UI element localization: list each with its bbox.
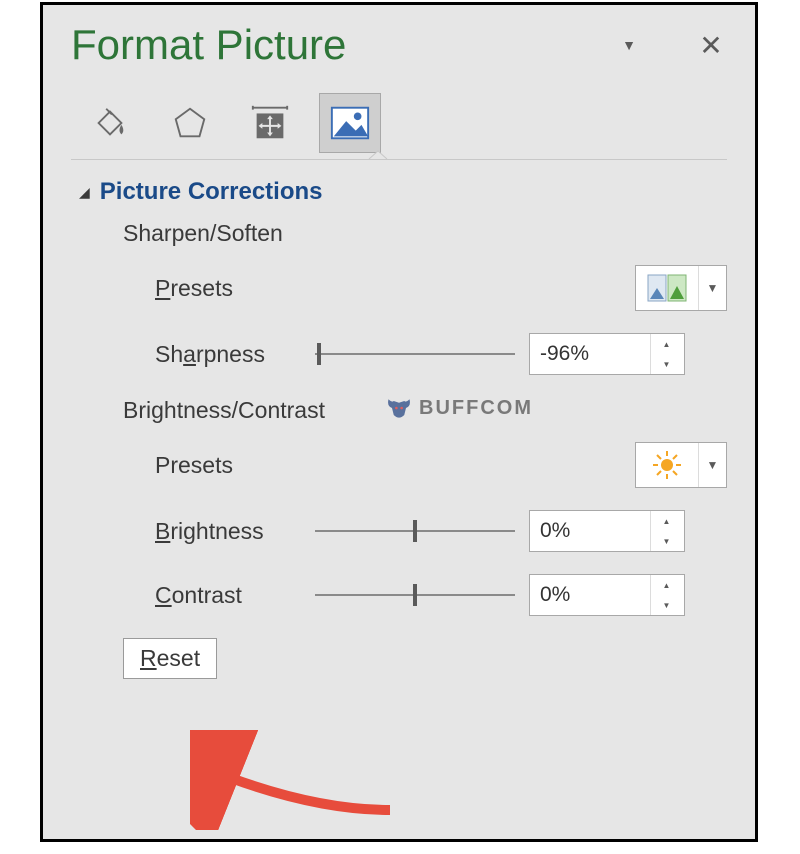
brightness-slider[interactable] bbox=[315, 521, 515, 541]
brightness-label: Brightness bbox=[155, 518, 315, 545]
sharpness-label: Sharpness bbox=[155, 341, 315, 368]
pane-header: Format Picture ▼ ✕ bbox=[71, 21, 727, 69]
brightness-input[interactable] bbox=[530, 511, 650, 551]
sharpen-preset-thumb-icon bbox=[636, 274, 698, 302]
chevron-down-icon: ▼ bbox=[698, 443, 726, 487]
tab-effects[interactable] bbox=[159, 93, 221, 153]
paint-bucket-icon bbox=[91, 104, 129, 142]
selected-tab-notch bbox=[369, 150, 387, 160]
sharpness-decrement[interactable]: ▼ bbox=[651, 354, 682, 374]
contrast-decrement[interactable]: ▼ bbox=[651, 595, 682, 615]
contrast-input[interactable] bbox=[530, 575, 650, 615]
bc-presets-dropdown[interactable]: ▼ bbox=[635, 442, 727, 488]
chevron-down-icon: ▼ bbox=[698, 266, 726, 310]
pane-title: Format Picture bbox=[71, 21, 583, 69]
contrast-increment[interactable]: ▲ bbox=[651, 575, 682, 595]
close-button[interactable]: ✕ bbox=[695, 29, 727, 62]
bc-presets-label: Presets bbox=[155, 452, 315, 479]
tab-picture[interactable] bbox=[319, 93, 381, 153]
sharpness-input[interactable] bbox=[530, 334, 650, 374]
bc-presets-row: Presets bbox=[155, 442, 727, 488]
contrast-label: Contrast bbox=[155, 582, 315, 609]
tab-layout[interactable] bbox=[239, 93, 301, 153]
brightness-row: Brightness ▲ ▼ bbox=[155, 510, 727, 552]
brightness-spinbox[interactable]: ▲ ▼ bbox=[529, 510, 685, 552]
tab-fill-line[interactable] bbox=[79, 93, 141, 153]
brightness-increment[interactable]: ▲ bbox=[651, 511, 682, 531]
picture-corrections-expander[interactable]: ◢ Picture Corrections bbox=[79, 178, 727, 206]
sun-icon bbox=[636, 449, 698, 481]
contrast-slider[interactable] bbox=[315, 585, 515, 605]
size-layout-icon bbox=[249, 103, 291, 143]
contrast-spinbox[interactable]: ▲ ▼ bbox=[529, 574, 685, 616]
picture-icon bbox=[329, 103, 371, 143]
tab-divider bbox=[71, 159, 727, 160]
brightness-contrast-heading: Brightness/Contrast bbox=[123, 397, 727, 424]
sharpness-slider[interactable] bbox=[315, 344, 515, 364]
sharpen-presets-label: Presets bbox=[155, 275, 315, 302]
brightness-decrement[interactable]: ▼ bbox=[651, 531, 682, 551]
reset-button[interactable]: Reset bbox=[123, 638, 217, 679]
pane-options-dropdown[interactable]: ▼ bbox=[613, 37, 645, 53]
section-title: Picture Corrections bbox=[100, 178, 323, 206]
sharpness-row: Sharpness ▲ ▼ bbox=[155, 333, 727, 375]
format-picture-pane: Format Picture ▼ ✕ bbox=[40, 2, 758, 842]
category-tabs bbox=[79, 93, 727, 153]
sharpen-presets-dropdown[interactable]: ▼ bbox=[635, 265, 727, 311]
sharpen-presets-row: Presets ▼ bbox=[155, 265, 727, 311]
sharpness-spinbox[interactable]: ▲ ▼ bbox=[529, 333, 685, 375]
sharpness-increment[interactable]: ▲ bbox=[651, 334, 682, 354]
contrast-row: Contrast ▲ ▼ bbox=[155, 574, 727, 616]
sharpen-soften-heading: Sharpen/Soften bbox=[123, 220, 727, 247]
pentagon-icon bbox=[171, 104, 209, 142]
expander-triangle-icon: ◢ bbox=[79, 184, 90, 201]
